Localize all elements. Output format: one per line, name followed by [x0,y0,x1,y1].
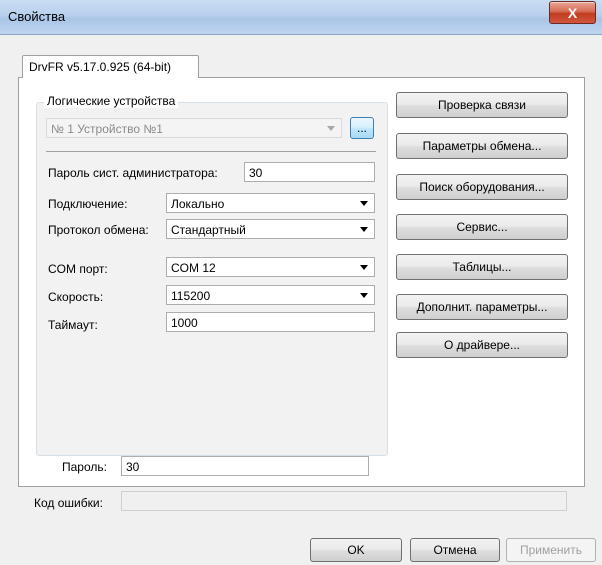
admin-password-label: Пароль сист. администратора: [48,166,218,180]
exchange-params-label: Параметры обмена... [422,139,542,153]
timeout-field[interactable]: 1000 [166,312,375,332]
error-code-label: Код ошибки: [34,496,103,510]
chevron-down-icon [360,293,368,298]
device-select-value: № 1 Устройство №1 [51,122,163,136]
about-driver-button[interactable]: О драйвере... [396,332,568,358]
additional-params-button[interactable]: Дополнит. параметры... [396,294,568,320]
find-equipment-label: Поиск оборудования... [419,180,545,194]
admin-password-value: 30 [249,166,263,180]
find-equipment-button[interactable]: Поиск оборудования... [396,174,568,200]
error-code-field [121,491,567,511]
device-select[interactable]: № 1 Устройство №1 [46,118,342,138]
password-value: 30 [126,460,140,474]
group-legend: Логические устройства [44,94,179,108]
logical-devices-group [36,102,388,456]
check-connection-label: Проверка связи [437,98,527,112]
protocol-value: Стандартный [171,223,246,237]
timeout-label: Таймаут: [48,318,98,332]
close-icon: X [567,4,578,21]
check-connection-button[interactable]: Проверка связи [396,92,568,118]
com-port-label: COM порт: [48,262,108,276]
service-button[interactable]: Сервис... [396,214,568,240]
speed-select[interactable]: 115200 [166,285,375,305]
timeout-value: 1000 [171,316,198,330]
apply-button[interactable]: Применить [506,538,596,562]
chevron-down-icon [360,227,368,232]
exchange-params-button[interactable]: Параметры обмена... [396,133,568,159]
tables-label: Таблицы... [452,260,512,274]
speed-value: 115200 [171,289,211,303]
ok-button[interactable]: OK [310,538,402,562]
admin-password-field[interactable]: 30 [244,162,375,182]
about-driver-label: О драйвере... [444,338,520,352]
title-bar: Свойства X [0,0,602,35]
chevron-down-icon [327,126,335,131]
apply-label: Применить [519,543,582,557]
window-title: Свойства [8,9,66,24]
password-field[interactable]: 30 [121,456,369,476]
cancel-button[interactable]: Отмена [410,538,500,562]
tables-button[interactable]: Таблицы... [396,254,568,280]
chevron-down-icon [360,265,368,270]
speed-label: Скорость: [48,290,104,304]
tab-drvfr[interactable]: DrvFR v5.17.0.925 (64-bit) [22,55,199,78]
ok-label: OK [347,543,365,557]
cancel-label: Отмена [433,543,477,557]
com-port-value: COM 12 [171,261,216,275]
com-port-select[interactable]: COM 12 [166,257,375,277]
connection-value: Локально [171,197,225,211]
separator [46,151,376,152]
protocol-select[interactable]: Стандартный [166,219,375,239]
additional-params-label: Дополнит. параметры... [416,300,548,314]
tab-label: DrvFR v5.17.0.925 (64-bit) [29,60,172,74]
connection-select[interactable]: Локально [166,193,375,213]
connection-label: Подключение: [48,197,128,211]
protocol-label: Протокол обмена: [48,223,149,237]
browse-devices-label: ... [356,121,367,135]
password-label: Пароль: [62,460,107,474]
browse-devices-button[interactable]: ... [350,117,374,139]
close-button[interactable]: X [549,1,596,24]
service-label: Сервис... [456,220,508,234]
chevron-down-icon [360,201,368,206]
